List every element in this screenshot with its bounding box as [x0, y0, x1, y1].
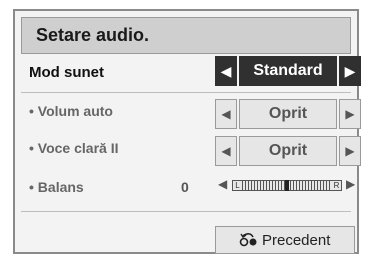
balance-right-arrow-icon[interactable]: ▶ — [346, 177, 355, 191]
balance-left-marker: L — [233, 181, 242, 190]
balance-label: • Balans — [29, 179, 84, 195]
auto-volume-left-arrow-icon[interactable]: ◀ — [215, 99, 237, 129]
balance-right-marker: R — [332, 181, 341, 190]
divider — [21, 92, 351, 93]
auto-volume-value: Oprit — [239, 99, 337, 129]
clear-voice-selector[interactable]: ◀ Oprit ▶ — [215, 136, 361, 166]
back-button[interactable]: Precedent — [215, 226, 355, 254]
sound-mode-value: Standard — [239, 56, 337, 86]
title-bar: Setare audio. — [21, 17, 351, 54]
clear-voice-label: • Voce clară II — [29, 140, 119, 156]
back-icon — [239, 233, 257, 247]
auto-volume-label: • Volum auto — [29, 103, 113, 119]
auto-volume-right-arrow-icon[interactable]: ▶ — [339, 99, 361, 129]
sound-mode-selector[interactable]: ◀ Standard ▶ — [215, 56, 361, 86]
sound-mode-right-arrow-icon[interactable]: ▶ — [339, 56, 361, 86]
balance-value: 0 — [181, 179, 189, 195]
divider — [21, 211, 351, 212]
clear-voice-right-arrow-icon[interactable]: ▶ — [339, 136, 361, 166]
balance-slider[interactable]: ◀ L R ▶ — [218, 176, 358, 196]
panel-title: Setare audio. — [36, 25, 150, 45]
clear-voice-left-arrow-icon[interactable]: ◀ — [215, 136, 237, 166]
balance-thumb[interactable] — [285, 180, 289, 191]
balance-track[interactable]: L R — [232, 180, 342, 191]
auto-volume-selector[interactable]: ◀ Oprit ▶ — [215, 99, 361, 129]
balance-left-arrow-icon[interactable]: ◀ — [218, 177, 227, 191]
sound-mode-left-arrow-icon[interactable]: ◀ — [215, 56, 237, 86]
clear-voice-value: Oprit — [239, 136, 337, 166]
sound-mode-label: Mod sunet — [29, 64, 104, 81]
back-button-label: Precedent — [262, 232, 331, 249]
audio-settings-panel: Setare audio. Mod sunet ◀ Standard ▶ • V… — [13, 9, 361, 254]
